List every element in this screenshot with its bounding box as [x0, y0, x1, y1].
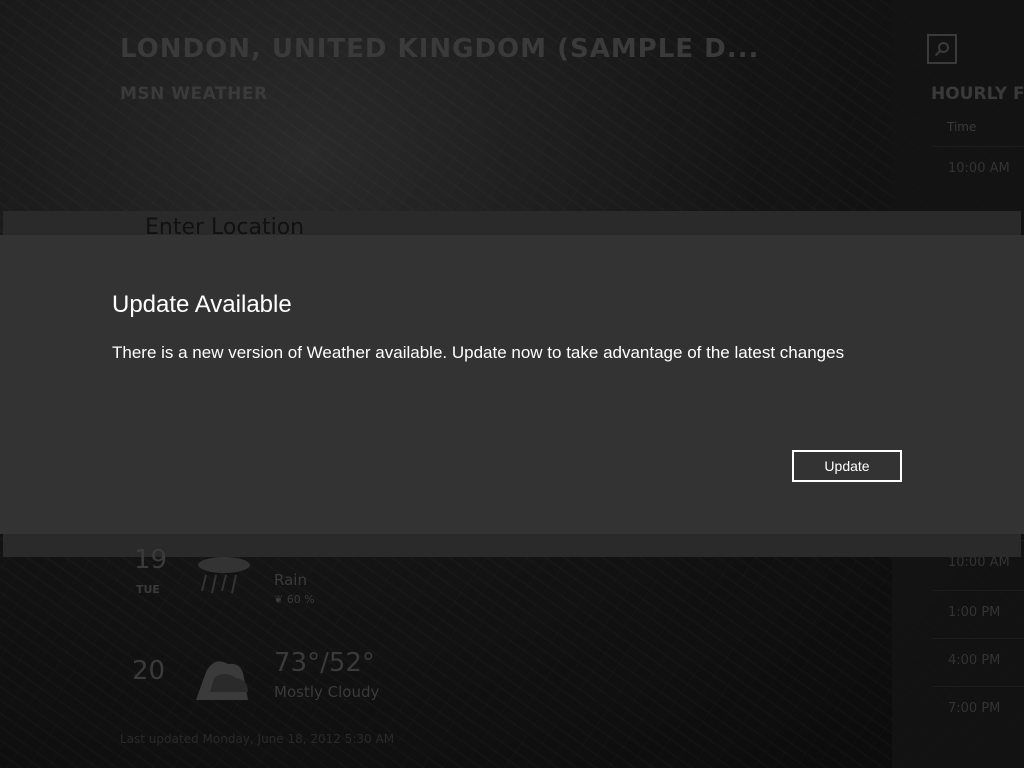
day-precipitation: ❦ 60 % — [274, 593, 315, 606]
last-updated-text: Last updated Monday, June 18, 2012 5:30 … — [120, 732, 395, 746]
dialog-message: There is a new version of Weather availa… — [112, 343, 845, 362]
update-button[interactable]: Update — [792, 450, 902, 482]
day-number: 20 — [132, 656, 166, 686]
hourly-row: 1:00 PM — [932, 590, 1024, 634]
weather-app-screen: LONDON, UNITED KINGDOM (SAMPLE D... MSN … — [0, 0, 1024, 768]
search-button[interactable] — [927, 34, 957, 64]
day-condition: Rain — [274, 571, 307, 589]
day-temperature: 73°/52° — [274, 648, 375, 678]
app-name: MSN WEATHER — [120, 84, 268, 104]
hourly-time-header: Time — [947, 120, 977, 134]
hourly-row: 10:00 AM — [932, 146, 1024, 190]
city-title: LONDON, UNITED KINGDOM (SAMPLE D... — [120, 34, 760, 64]
enter-location-label: Enter Location — [145, 215, 305, 235]
dialog-title: Update Available — [112, 291, 292, 318]
day-number: 19 — [134, 545, 168, 575]
day-of-week: TUE — [136, 583, 160, 596]
hourly-row: 4:00 PM — [932, 638, 1024, 682]
mostly-cloudy-icon — [196, 661, 248, 700]
rain-icon — [198, 557, 250, 594]
day-condition: Mostly Cloudy — [274, 683, 380, 701]
search-icon — [934, 42, 949, 57]
enter-location-bar: Enter Location — [3, 211, 1021, 235]
hourly-forecast-title: HOURLY FO — [931, 84, 1024, 104]
hourly-row: 7:00 PM — [932, 686, 1024, 730]
update-dialog: Update Available There is a new version … — [0, 235, 1024, 534]
